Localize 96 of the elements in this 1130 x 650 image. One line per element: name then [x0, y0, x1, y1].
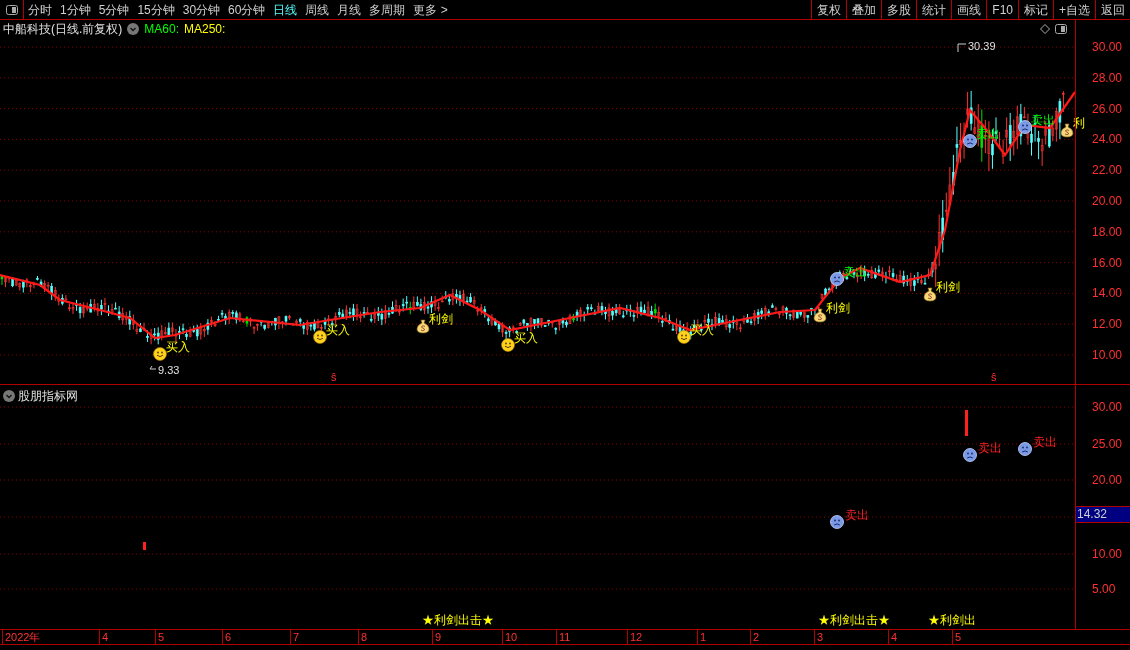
leader-line — [957, 43, 967, 53]
signal-label: 卖出 — [1033, 434, 1057, 451]
money-bag-icon — [1060, 123, 1074, 138]
axis-label: 14.00 — [1092, 287, 1123, 300]
money-bag-icon — [813, 308, 827, 323]
axis-label: 24.00 — [1092, 133, 1123, 146]
axis-label: 20.00 — [1092, 474, 1123, 486]
period-tab[interactable]: 5分钟 — [98, 0, 130, 19]
signal-label: 买入 — [514, 330, 538, 347]
date-label: 11 — [556, 630, 571, 644]
axis-label: 28.00 — [1092, 71, 1123, 84]
date-label: 9 — [432, 630, 442, 644]
signal-label: 买入 — [166, 339, 190, 356]
axis-label: 5.00 — [1092, 583, 1116, 595]
panel-toggle-icon[interactable] — [1055, 24, 1067, 34]
indicator-label: MA60: — [144, 21, 179, 38]
signal-label: 利剑 — [429, 311, 453, 328]
smiley-icon — [313, 330, 327, 344]
event-mark: ŝ — [331, 370, 337, 385]
signal-bar — [965, 410, 968, 436]
signal-label: 买入 — [326, 322, 350, 339]
toolbar-button[interactable]: 叠加 — [846, 0, 882, 19]
axis-label: 26.00 — [1092, 102, 1123, 115]
date-label: 4 — [888, 630, 898, 644]
signal-label: 利剑 — [936, 279, 960, 296]
indicator-label: MA250: — [184, 21, 226, 38]
period-tab[interactable]: 1分钟 — [60, 0, 91, 19]
period-tab[interactable]: 60分钟 — [228, 0, 266, 19]
money-bag-icon — [416, 319, 430, 334]
period-tab[interactable]: 30分钟 — [182, 0, 221, 19]
period-tab[interactable]: 分时 — [28, 0, 52, 19]
toolbar-button[interactable]: 返回 — [1095, 0, 1130, 19]
toolbar-button[interactable]: F10 — [986, 0, 1018, 19]
current-value-label: 14.32 — [1076, 506, 1130, 523]
dropdown-icon[interactable] — [3, 390, 15, 402]
date-label: 4 — [99, 630, 109, 644]
sad-face-icon — [830, 515, 844, 529]
period-tab[interactable]: 15分钟 — [137, 0, 175, 19]
signal-label: 利剑 — [826, 300, 850, 317]
panel-title: 股朋指标网 — [18, 388, 78, 405]
sad-face-icon — [1018, 442, 1032, 456]
sad-face-icon — [1018, 120, 1032, 134]
date-label: 8 — [358, 630, 368, 644]
sad-face-icon — [963, 134, 977, 148]
signal-label: 卖出 — [1031, 112, 1055, 129]
smiley-icon — [677, 330, 691, 344]
toolbar-button[interactable]: 统计 — [916, 0, 952, 19]
signal-bar — [143, 542, 146, 550]
diamond-icon[interactable] — [1040, 24, 1050, 34]
axis-label: 12.00 — [1092, 318, 1123, 331]
period-tab[interactable]: 月线 — [337, 0, 362, 19]
date-label: 5 — [155, 630, 165, 644]
toolbar-button[interactable]: 画线 — [951, 0, 987, 19]
date-label: 12 — [627, 630, 643, 644]
sad-face-icon — [830, 272, 844, 286]
dropdown-icon[interactable] — [127, 23, 140, 35]
chart-title: 中船科技(日线.前复权) — [3, 21, 123, 38]
toolbar-button[interactable]: +自选 — [1053, 0, 1095, 19]
signal-text: ★利剑出击★ — [818, 614, 890, 626]
leader-line — [149, 365, 157, 370]
sad-face-icon — [963, 448, 977, 462]
low-price-label: 9.33 — [158, 363, 180, 378]
axis-label: 18.00 — [1092, 225, 1123, 238]
toolbar-button[interactable]: 多股 — [881, 0, 917, 19]
period-tab[interactable]: 周线 — [305, 0, 330, 19]
period-tab[interactable]: 日线 — [273, 0, 298, 19]
date-label: 6 — [222, 630, 232, 644]
smiley-icon — [153, 347, 167, 361]
axis-label: 20.00 — [1092, 195, 1123, 207]
date-label: 10 — [502, 630, 518, 644]
event-mark: ŝ — [991, 370, 997, 385]
axis-label: 25.00 — [1092, 438, 1123, 450]
smiley-icon — [501, 338, 515, 352]
date-label: 3 — [814, 630, 824, 644]
axis-label: 16.00 — [1092, 256, 1123, 269]
money-bag-icon — [923, 287, 937, 302]
signal-label: 卖出 — [978, 440, 1002, 457]
axis-label: 30.00 — [1092, 401, 1123, 413]
signal-text: ★利剑出击★ — [422, 614, 494, 626]
date-label: 7 — [290, 630, 300, 644]
period-tab[interactable]: 多周期 — [369, 0, 406, 19]
signal-label: 卖出 — [845, 507, 869, 524]
date-label: 1 — [697, 630, 707, 644]
signal-text: ★利剑出 — [928, 614, 976, 626]
date-label: 2 — [750, 630, 760, 644]
panel-toggle-icon — [5, 4, 18, 15]
axis-label: 10.00 — [1092, 349, 1123, 361]
high-price-label: 30.39 — [968, 39, 996, 54]
axis-label: 10.00 — [1092, 548, 1123, 560]
date-label: 5 — [952, 630, 962, 644]
period-tab[interactable]: 更多 > — [413, 0, 448, 19]
toolbar-button[interactable]: 复权 — [811, 0, 847, 19]
date-label: 2022年 — [2, 630, 41, 644]
axis-label: 22.00 — [1092, 164, 1123, 177]
axis-label: 30.00 — [1092, 41, 1123, 53]
toolbar-button[interactable]: 标记 — [1018, 0, 1053, 19]
